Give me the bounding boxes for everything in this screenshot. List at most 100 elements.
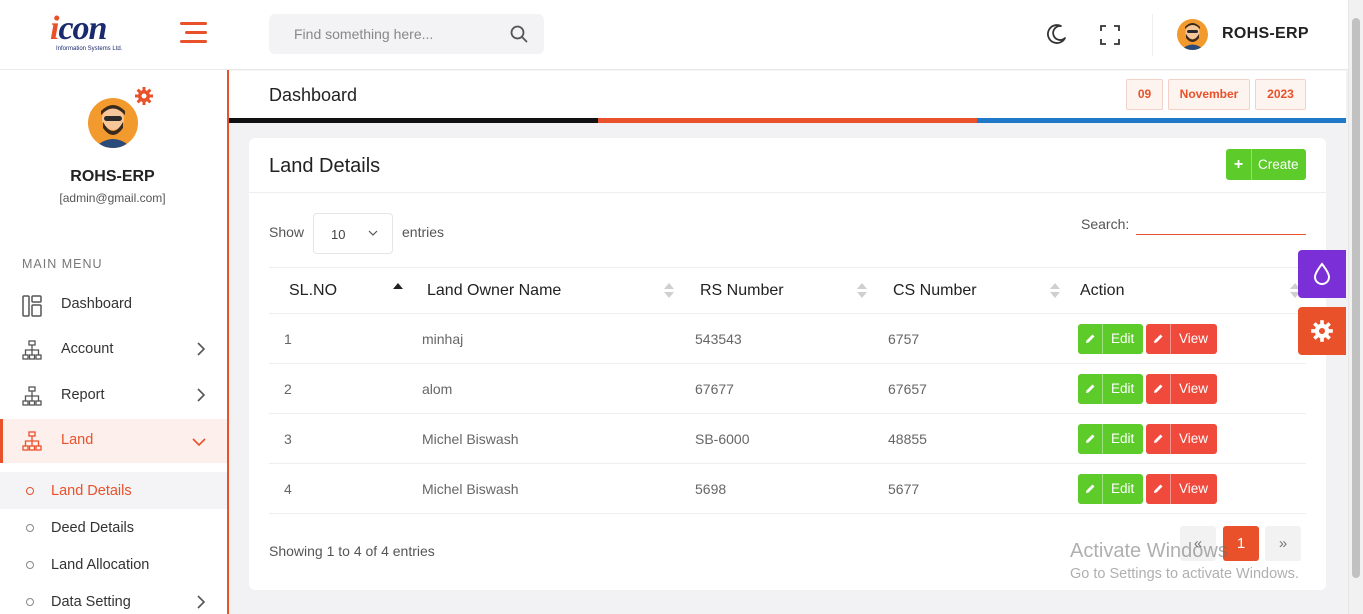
droplet-icon [1313,262,1331,285]
cell-rs-number: SB-6000 [680,413,873,464]
column-header-cs-number[interactable]: CS Number [873,267,1066,314]
cell-sl-no: 4 [269,463,407,514]
pagination-page-1[interactable]: 1 [1223,526,1259,561]
global-search [269,14,544,54]
sidebar-subitem-label: Land Allocation [51,557,150,573]
top-bar: icon Information Systems Ltd. ROHS-ERP [0,0,1363,70]
cell-sl-no: 2 [269,363,407,414]
sidebar-item-label: Account [61,341,114,357]
sidebar-avatar [88,98,138,148]
edit-button[interactable]: Edit [1078,423,1143,454]
menu-toggle-icon[interactable] [180,22,207,44]
sidebar-subitem-label: Deed Details [51,520,135,536]
view-button-label: View [1179,330,1209,346]
dark-mode-moon-icon[interactable] [1046,23,1068,45]
entries-per-page-select[interactable]: 10 [313,213,393,254]
company-logo[interactable]: icon Information Systems Ltd. [46,12,152,56]
table-row: 1 minhaj 543543 6757 Edit View [269,313,1306,364]
edit-button-label: Edit [1111,330,1135,346]
page-title: Dashboard [269,85,358,105]
table-info-text: Showing 1 to 4 of 4 entries [269,543,435,559]
pencil-icon [1146,323,1171,354]
pagination-next-button[interactable]: » [1265,526,1301,561]
card-divider [249,192,1326,193]
table-row: 3 Michel Biswash SB-6000 48855 Edit View [269,413,1306,464]
pencil-icon [1078,373,1103,404]
sidebar-item-land[interactable]: Land [0,419,227,463]
sidebar-user-name: ROHS-ERP [70,168,155,185]
pencil-icon [1146,373,1171,404]
date-month-badge: November [1168,79,1250,110]
edit-button-label: Edit [1111,480,1135,496]
view-button[interactable]: View [1146,423,1217,454]
column-header-rs-number[interactable]: RS Number [680,267,873,314]
cell-land-owner-name: alom [407,363,680,414]
cell-sl-no: 3 [269,413,407,464]
header-user-name[interactable]: ROHS-ERP [1222,25,1309,43]
show-label: Show [269,224,305,240]
sidebar-item-label: Dashboard [61,296,132,312]
cell-land-owner-name: Michel Biswash [407,413,680,464]
land-details-table: SL.NO Land Owner Name RS Number CS Numbe… [269,267,1306,514]
cell-actions: Edit View [1066,413,1306,464]
entries-select-value: 10 [331,227,346,242]
create-button-label: Create [1258,157,1299,172]
cell-cs-number: 6757 [873,313,1066,364]
sidebar-subitem-deed-details[interactable]: Deed Details [0,509,227,546]
sidebar-subitem-label: Data Setting [51,594,131,610]
cell-land-owner-name: Michel Biswash [407,463,680,514]
edit-button[interactable]: Edit [1078,323,1143,354]
create-button[interactable]: + Create [1226,149,1306,180]
pencil-icon [1146,473,1171,504]
sort-icon [857,283,867,301]
cell-land-owner-name: minhaj [407,313,680,364]
header-avatar[interactable] [1177,19,1208,50]
chevron-right-icon [197,595,206,609]
sidebar-subitem-land-allocation[interactable]: Land Allocation [0,546,227,583]
activate-windows-subtitle: Go to Settings to activate Windows. [1070,566,1299,582]
fullscreen-icon[interactable] [1100,25,1120,45]
profile-settings-gear-icon[interactable] [134,86,154,106]
pencil-icon [1078,323,1103,354]
edit-button[interactable]: Edit [1078,473,1143,504]
sidebar-item-dashboard[interactable]: Dashboard [0,283,227,327]
cell-rs-number: 543543 [680,313,873,364]
table-row: 4 Michel Biswash 5698 5677 Edit View [269,463,1306,514]
column-header-label: CS Number [893,281,977,299]
view-button[interactable]: View [1146,473,1217,504]
chevron-right-icon [197,388,206,402]
cell-actions: Edit View [1066,363,1306,414]
theme-color-button[interactable] [1298,250,1346,298]
view-button[interactable]: View [1146,373,1217,404]
sidebar: ROHS-ERP [admin@gmail.com] MAIN MENU Das… [0,70,229,614]
sidebar-item-account[interactable]: Account [0,328,227,372]
search-icon[interactable] [510,25,528,43]
sidebar-item-label: Land [61,432,94,448]
card-title: Land Details [269,155,381,177]
sidebar-item-report[interactable]: Report [0,374,227,418]
logo-word: con [58,10,107,47]
date-day-badge: 09 [1126,79,1163,110]
edit-button[interactable]: Edit [1078,373,1143,404]
settings-panel-button[interactable] [1298,307,1346,355]
scrollbar-thumb[interactable] [1352,18,1360,578]
table-search-input[interactable] [1136,211,1306,235]
date-year-badge: 2023 [1255,79,1306,110]
table-search-label: Search: [1081,216,1130,232]
cell-rs-number: 67677 [680,363,873,414]
sort-icon [664,283,674,301]
column-header-land-owner-name[interactable]: Land Owner Name [407,267,680,314]
sidebar-subitem-data-setting[interactable]: Data Setting [0,583,227,614]
column-header-sl-no[interactable]: SL.NO [269,267,407,314]
column-header-action[interactable]: Action [1066,267,1306,314]
view-button[interactable]: View [1146,323,1217,354]
sort-icon [1050,283,1060,301]
bullet-icon [26,524,34,532]
page-scrollbar[interactable] [1348,0,1363,614]
sidebar-subitem-land-details[interactable]: Land Details [0,472,227,509]
pencil-icon [1078,423,1103,454]
land-details-card: Land Details + Create Show 10 entries Se… [249,138,1326,590]
cell-sl-no: 1 [269,313,407,364]
table-row: 2 alom 67677 67657 Edit View [269,363,1306,414]
global-search-input[interactable] [269,14,489,54]
